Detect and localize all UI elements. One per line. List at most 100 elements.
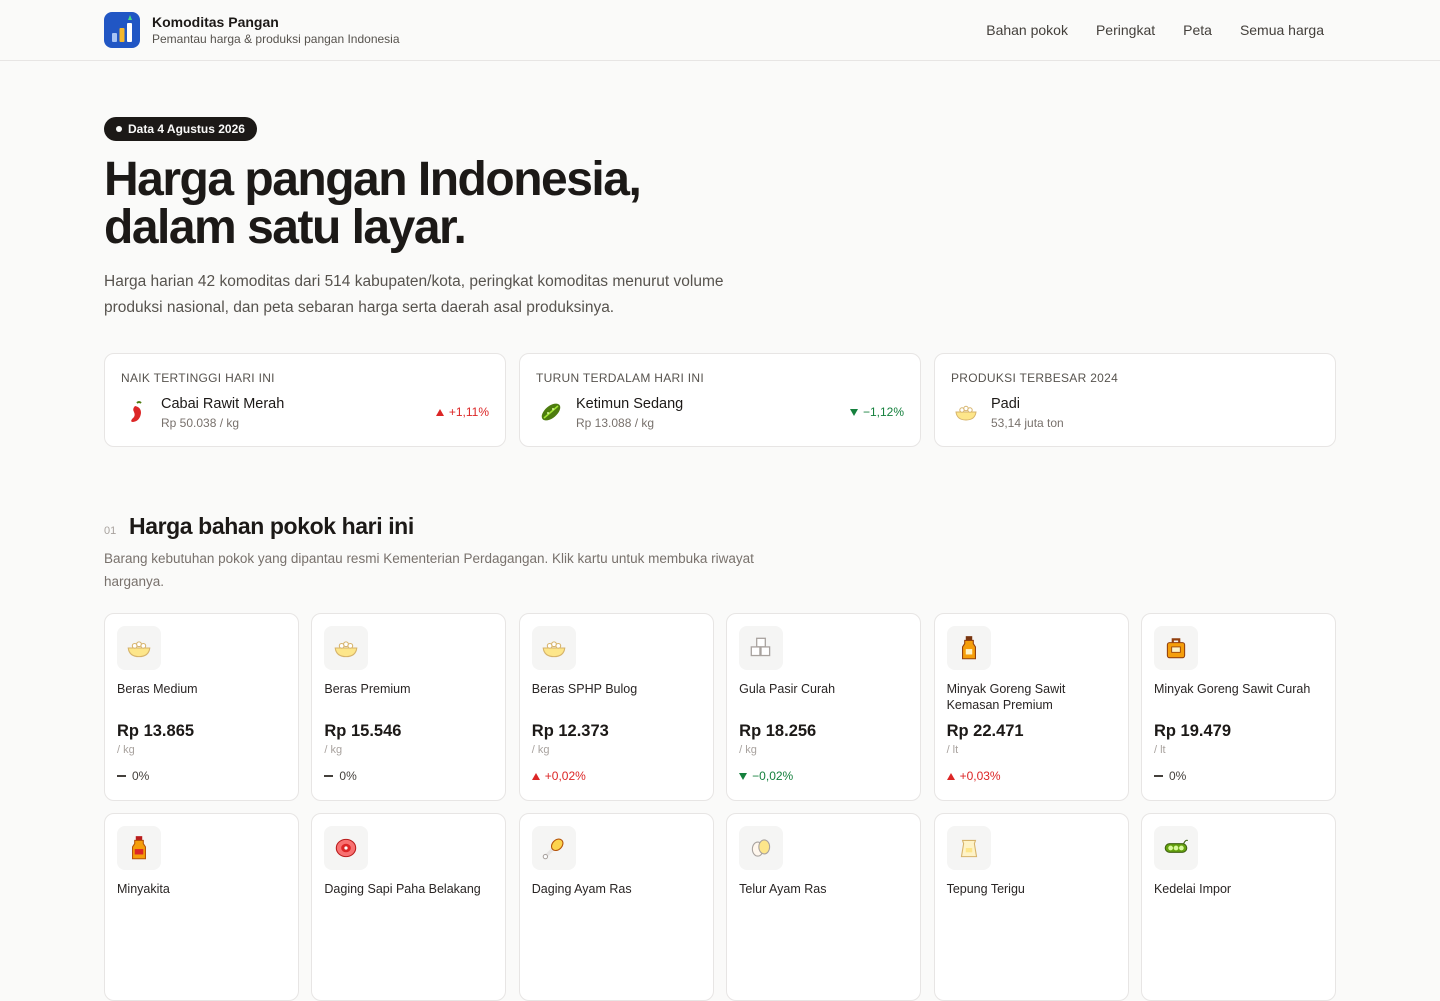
product-name: Telur Ayam Ras	[739, 882, 827, 896]
highlight-price: Rp 13.088 / kg	[576, 416, 655, 430]
section-description: Barang kebutuhan pokok yang dipantau res…	[104, 551, 754, 589]
date-badge: Data 4 Agustus 2026	[104, 117, 257, 141]
product-card-daging-sapi[interactable]: Daging Sapi Paha Belakang	[311, 813, 507, 1001]
product-change: −0,02%	[739, 769, 793, 783]
product-name: Minyak Goreng Sawit Curah	[1153, 682, 1311, 696]
product-price: Rp 15.546	[324, 722, 402, 740]
product-card-minyak-goreng-kemasan-premium[interactable]: Minyak Goreng Sawit Kemasan Premium Rp 2…	[933, 613, 1129, 801]
hero-title-line-1: Harga pangan Indonesia,	[104, 153, 642, 206]
product-card-telur-ayam-ras[interactable]: Telur Ayam Ras	[726, 813, 922, 1001]
product-name: Beras Medium	[117, 682, 198, 696]
rice-bowl-icon	[117, 626, 161, 670]
highlight-change: −1,12%	[849, 405, 904, 419]
product-name: Daging Ayam Ras	[531, 882, 632, 896]
product-name: Minyak Goreng Sawit Kemasan Premium	[946, 682, 1066, 712]
chicken-leg-icon	[531, 826, 576, 870]
rice-bowl-icon	[531, 626, 576, 670]
product-price: Rp 12.373	[531, 722, 609, 740]
product-change-value: 0%	[1168, 769, 1187, 783]
product-change-value: +0,02%	[544, 769, 586, 783]
dot-icon	[116, 126, 122, 132]
highlight-label: NAIK TERTINGGI HARI INI	[121, 371, 275, 385]
nav-semua-harga[interactable]: Semua harga	[1240, 21, 1324, 39]
arrow-down-icon	[739, 772, 748, 780]
product-unit: / kg	[739, 744, 757, 756]
product-change-value: +0,03%	[959, 769, 1001, 783]
nav-peringkat[interactable]: Peringkat	[1096, 21, 1155, 39]
product-unit: / lt	[1153, 744, 1166, 756]
minyakita-bottle-icon	[117, 826, 161, 870]
product-change-value: 0%	[132, 769, 150, 783]
highlight-card-top-production[interactable]: PRODUKSI TERBESAR 2024 Padi 53,14 juta t…	[934, 353, 1336, 447]
product-name: Gula Pasir Curah	[739, 682, 836, 696]
arrow-up-icon	[946, 772, 955, 780]
flat-dash-icon	[117, 775, 126, 777]
highlight-cards: NAIK TERTINGGI HARI INI Cabai Rawit Mera…	[104, 353, 1336, 447]
highlight-price: Rp 50.038 / kg	[161, 416, 240, 430]
product-name: Beras SPHP Bulog	[531, 682, 638, 696]
product-name: Daging Sapi Paha Belakang	[324, 882, 481, 896]
product-card-beras-premium[interactable]: Beras Premium Rp 15.546 / kg 0%	[311, 613, 507, 801]
flat-dash-icon	[1153, 775, 1163, 777]
product-card-minyak-goreng-curah[interactable]: Minyak Goreng Sawit Curah Rp 19.479 / lt…	[1140, 613, 1336, 801]
highlight-name: Padi	[991, 396, 1021, 412]
product-card-beras-medium[interactable]: Beras Medium Rp 13.865 / kg 0%	[104, 613, 299, 801]
eggs-icon	[739, 826, 784, 870]
section-title: Harga bahan pokok hari ini	[129, 513, 414, 539]
product-price: Rp 13.865	[117, 722, 195, 740]
oil-jerrycan-icon	[1153, 626, 1198, 670]
highlight-card-top-riser[interactable]: NAIK TERTINGGI HARI INI Cabai Rawit Mera…	[104, 353, 506, 447]
nav-bahan-pokok[interactable]: Bahan pokok	[986, 21, 1068, 39]
product-change: 0%	[117, 769, 149, 783]
product-unit: / kg	[117, 744, 135, 756]
nav-peta[interactable]: Peta	[1183, 21, 1212, 39]
product-grid: Beras Medium Rp 13.865 / kg 0% Beras Pre…	[104, 613, 1336, 1001]
highlight-label: TURUN TERDALAM HARI INI	[536, 371, 705, 385]
product-unit: / lt	[946, 744, 959, 756]
product-name: Tepung Terigu	[946, 882, 1025, 896]
product-unit: / kg	[324, 744, 343, 756]
main-nav: Bahan pokok Peringkat Peta Semua harga	[986, 21, 1324, 39]
rice-bowl-icon	[324, 626, 369, 670]
soybean-icon	[1153, 826, 1198, 870]
hero-description: Harga harian 42 komoditas dari 514 kabup…	[104, 273, 724, 316]
product-change-value: 0%	[339, 769, 357, 783]
arrow-up-icon	[435, 408, 444, 416]
highlight-change: +1,11%	[435, 405, 489, 419]
product-card-gula-pasir-curah[interactable]: Gula Pasir Curah Rp 18.256 / kg −0,02%	[726, 613, 922, 801]
highlight-name: Ketimun Sedang	[576, 396, 684, 412]
highlight-card-top-faller[interactable]: TURUN TERDALAM HARI INI Ketimun Sedang R…	[519, 353, 921, 447]
section-number: 01	[104, 525, 117, 537]
product-change: 0%	[1153, 769, 1187, 783]
beef-icon	[324, 826, 369, 870]
product-price: Rp 18.256	[739, 722, 817, 740]
highlight-value: 53,14 juta ton	[991, 416, 1064, 430]
hero-title: Harga pangan Indonesia, dalam satu layar…	[104, 156, 804, 252]
highlight-change-value: +1,11%	[448, 405, 489, 419]
product-name: Minyakita	[117, 882, 170, 896]
product-name: Beras Premium	[324, 682, 411, 696]
brand[interactable]: Komoditas Pangan Pemantau harga & produk…	[104, 12, 400, 48]
product-change: 0%	[324, 769, 357, 783]
product-price: Rp 22.471	[946, 722, 1024, 740]
product-change: +0,02%	[531, 769, 586, 783]
flat-dash-icon	[324, 775, 334, 777]
top-bar: Komoditas Pangan Pemantau harga & produk…	[0, 0, 1440, 61]
product-card-tepung-terigu[interactable]: Tepung Terigu	[933, 813, 1129, 1001]
app-subtitle: Pemantau harga & produksi pangan Indones…	[152, 31, 400, 46]
product-card-minyakita[interactable]: Minyakita	[104, 813, 299, 1001]
product-card-kedelai-impor[interactable]: Kedelai Impor	[1140, 813, 1336, 1001]
product-card-daging-ayam-ras[interactable]: Daging Ayam Ras	[518, 813, 714, 1001]
chili-icon	[131, 401, 142, 422]
product-change-value: −0,02%	[752, 769, 794, 783]
flour-bag-icon	[946, 826, 991, 870]
product-unit: / kg	[531, 744, 550, 756]
highlight-label: PRODUKSI TERBESAR 2024	[951, 371, 1119, 385]
highlight-change-value: −1,12%	[862, 405, 904, 419]
product-change: +0,03%	[946, 769, 1001, 783]
rice-bowl-icon	[955, 405, 977, 421]
hero-title-line-2: dalam satu layar.	[104, 201, 467, 254]
bar-chart-logo-icon	[104, 12, 140, 48]
product-card-beras-sphp-bulog[interactable]: Beras SPHP Bulog Rp 12.373 / kg +0,02%	[518, 613, 714, 801]
date-badge-label: Data 4 Agustus 2026	[128, 122, 245, 136]
